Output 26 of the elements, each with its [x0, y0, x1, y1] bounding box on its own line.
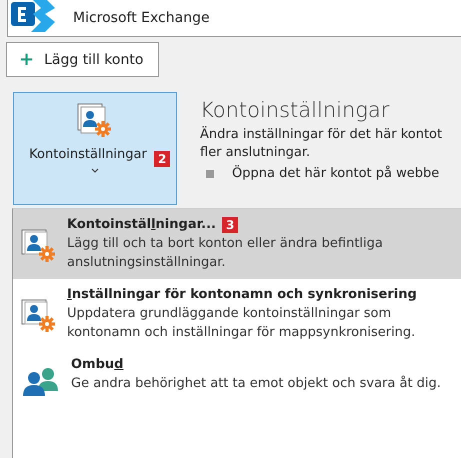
- people-icon: [21, 367, 61, 397]
- menu-item-title: Inställningar för kontonamn och synkronisering: [67, 286, 417, 304]
- exchange-logo-icon: [11, 0, 55, 34]
- section-description: fler anslutningar.: [200, 144, 312, 162]
- account-type: Microsoft Exchange: [73, 10, 210, 26]
- number-badge: 2: [154, 151, 170, 167]
- menu-item-description: Uppdatera grundläggande kontoinställningar som kontonamn och inställningar för mappsynkronisering.: [67, 305, 416, 342]
- menu-item[interactable]: Inställningar för kontonamn och synkronisering Uppdatera grundläggande kontoinställningar som kontonamn och inställningar för mappsynkronisering.: [13, 279, 461, 349]
- section-description: Ändra inställningar för det här kontot: [200, 126, 444, 144]
- account-settings-icon: [21, 227, 57, 263]
- menu-item-description: Ge andra behörighet att ta emot objekt och svara åt dig.: [71, 374, 441, 393]
- bullet-icon: [206, 170, 214, 178]
- account-settings-icon: [77, 103, 113, 139]
- account-settings-icon: [21, 297, 57, 333]
- plus-icon: +: [19, 49, 34, 70]
- menu-item[interactable]: Ombud Ge andra behörighet att ta emot objekt och svara åt dig.: [13, 349, 461, 404]
- menu-item[interactable]: Kontoinställningar... 3 Lägg till och ta bort konton eller ändra befintliga anslutningsinställningar.: [13, 209, 461, 279]
- web-link[interactable]: Öppna det här kontot på webbe: [232, 166, 440, 181]
- section-title: Kontoinställningar: [200, 98, 390, 122]
- menu-item-title: Ombud: [71, 356, 124, 374]
- chevron-down-icon: [91, 168, 99, 173]
- menu-item-title: Kontoinställningar...: [67, 216, 216, 234]
- account-card[interactable]: Microsoft Exchange: [7, 0, 461, 37]
- add-account-button[interactable]: + Lägg till konto: [6, 42, 159, 77]
- menu-item-description: Lägg till och ta bort konton eller ändra befintliga anslutningsinställningar.: [67, 235, 384, 272]
- number-badge: 3: [222, 216, 238, 232]
